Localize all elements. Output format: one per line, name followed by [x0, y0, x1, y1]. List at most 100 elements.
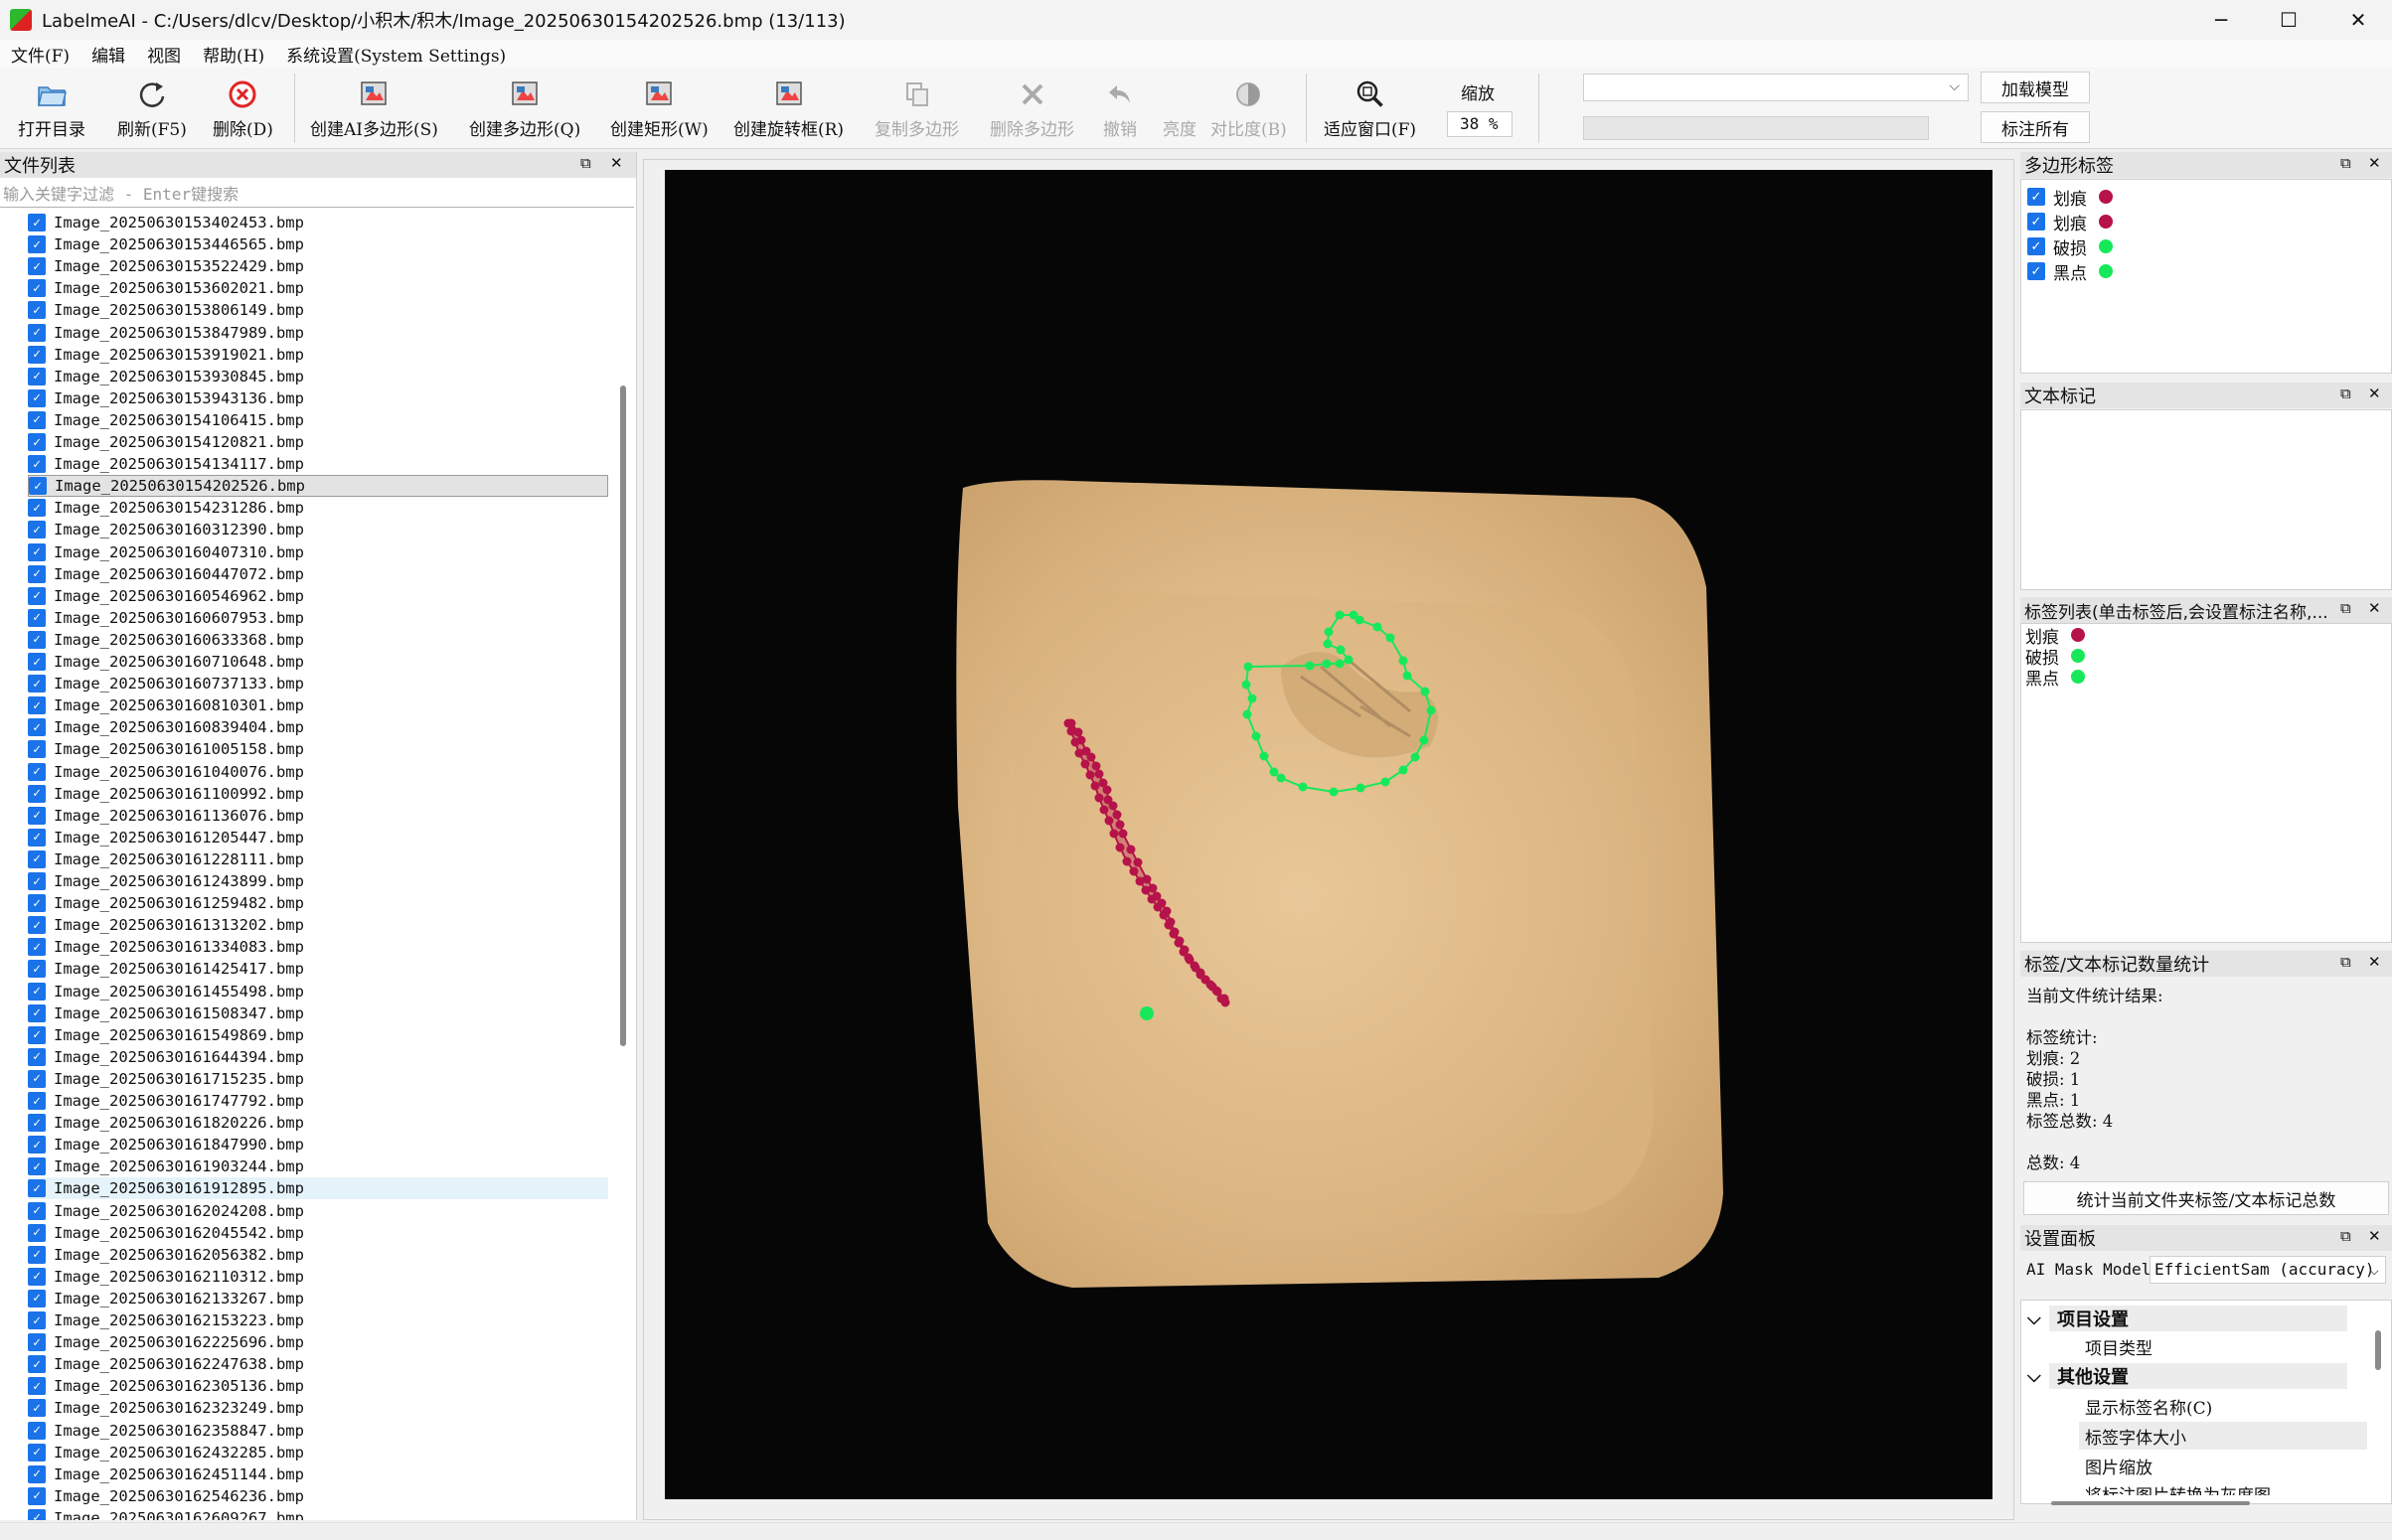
float-icon[interactable]: ⧉	[2340, 385, 2351, 402]
file-list-item[interactable]: ✓ Image_20250630161100992.bmp	[28, 783, 608, 805]
menu-edit[interactable]: 编辑	[80, 42, 136, 67]
vertex-handle[interactable]	[1063, 718, 1073, 728]
vertex-handle[interactable]	[1091, 761, 1101, 771]
vertex-handle[interactable]	[1322, 659, 1332, 669]
vertex-handle[interactable]	[1385, 633, 1395, 643]
create-rect-button[interactable]: 创建矩形(W)	[610, 72, 709, 145]
checkbox[interactable]: ✓	[28, 1267, 46, 1286]
checkbox[interactable]: ✓	[28, 388, 46, 407]
vertex-handle[interactable]	[1141, 885, 1151, 895]
file-list-item[interactable]: ✓ Image_20250630153402453.bmp	[28, 212, 608, 233]
vertex-handle[interactable]	[1086, 752, 1096, 762]
checkbox[interactable]: ✓	[28, 586, 46, 605]
file-list-item[interactable]: ✓ Image_20250630160312390.bmp	[28, 519, 608, 540]
tree-item-image-scale[interactable]: 图片缩放	[2085, 1452, 2153, 1479]
vertex-handle[interactable]	[1355, 615, 1364, 625]
vertex-handle[interactable]	[1099, 805, 1109, 815]
checkbox[interactable]: ✓	[28, 718, 46, 737]
file-filter-input[interactable]: 输入关键字过滤 - Enter键搜索	[0, 182, 634, 208]
file-list-item[interactable]: ✓ Image_20250630162432285.bmp	[28, 1442, 608, 1463]
vertex-handle[interactable]	[1335, 659, 1345, 669]
checkbox[interactable]: ✓	[28, 1047, 46, 1066]
polygon-label-item[interactable]: ✓ 划痕	[2027, 186, 2113, 210]
maximize-button[interactable]: ☐	[2254, 0, 2323, 40]
vertex-handle[interactable]	[1324, 627, 1334, 637]
checkbox[interactable]: ✓	[28, 1069, 46, 1088]
settings-scrollbar-thumb[interactable]	[2375, 1330, 2381, 1370]
file-list-item[interactable]: ✓ Image_20250630154231286.bmp	[28, 497, 608, 519]
vertex-handle[interactable]	[1174, 938, 1184, 948]
file-list-item[interactable]: ✓ Image_20250630161228111.bmp	[28, 848, 608, 870]
checkbox[interactable]: ✓	[28, 675, 46, 693]
vertex-handle[interactable]	[1398, 656, 1408, 666]
vertex-handle[interactable]	[1094, 793, 1104, 803]
checkbox[interactable]: ✓	[28, 1508, 46, 1520]
checkbox[interactable]: ✓	[28, 564, 46, 583]
polygon-label-item[interactable]: ✓ 划痕	[2027, 211, 2113, 234]
create-rotated-box-button[interactable]: 创建旋转框(R)	[733, 72, 844, 145]
checkbox[interactable]: ✓	[28, 323, 46, 342]
count-folder-labels-button[interactable]: 统计当前文件夹标签/文本标记总数	[2023, 1181, 2389, 1215]
file-list-item[interactable]: ✓ Image_20250630162110312.bmp	[28, 1266, 608, 1288]
close-icon[interactable]: ✕	[2368, 1227, 2381, 1245]
file-list-item[interactable]: ✓ Image_20250630162153223.bmp	[28, 1309, 608, 1331]
checkbox[interactable]: ✓	[28, 301, 46, 320]
checkbox[interactable]: ✓	[28, 1311, 46, 1329]
checkbox[interactable]: ✓	[2027, 213, 2045, 231]
vertex-handle[interactable]	[1109, 829, 1119, 839]
checkbox[interactable]: ✓	[28, 1003, 46, 1022]
file-list-item[interactable]: ✓ Image_20250630154202526.bmp	[28, 475, 608, 498]
file-list-item[interactable]: ✓ Image_20250630162247638.bmp	[28, 1353, 608, 1375]
file-list-item[interactable]: ✓ Image_20250630161644394.bmp	[28, 1046, 608, 1068]
file-list-item[interactable]: ✓ Image_20250630162225696.bmp	[28, 1331, 608, 1353]
checkbox[interactable]: ✓	[28, 1443, 46, 1462]
checkbox[interactable]: ✓	[28, 960, 46, 979]
vertex-handle[interactable]	[1129, 866, 1139, 876]
delete-button[interactable]: 删除(D)	[213, 72, 273, 145]
checkbox[interactable]: ✓	[28, 1223, 46, 1242]
checkbox[interactable]: ✓	[28, 608, 46, 627]
vertex-handle[interactable]	[1259, 751, 1269, 761]
vertex-handle[interactable]	[1185, 955, 1195, 965]
tree-section-project[interactable]: ⌵ 项目设置	[2027, 1305, 2347, 1332]
checkbox[interactable]: ✓	[28, 1421, 46, 1440]
file-list-item[interactable]: ✓ Image_20250630162323249.bmp	[28, 1397, 608, 1419]
file-list-item[interactable]: ✓ Image_20250630162451144.bmp	[28, 1463, 608, 1485]
vertex-handle[interactable]	[1247, 693, 1257, 703]
vertex-handle[interactable]	[1090, 781, 1100, 791]
checkbox[interactable]: ✓	[28, 1114, 46, 1133]
vertex-handle[interactable]	[1207, 982, 1217, 992]
file-list-item[interactable]: ✓ Image_20250630160546962.bmp	[28, 585, 608, 607]
vertex-handle[interactable]	[1179, 947, 1189, 957]
checkbox[interactable]: ✓	[28, 499, 46, 518]
close-icon[interactable]: ✕	[2368, 154, 2381, 172]
checkbox[interactable]: ✓	[28, 806, 46, 825]
checkbox[interactable]: ✓	[28, 345, 46, 364]
scrollbar-thumb[interactable]	[620, 385, 626, 1046]
vertex-handle[interactable]	[1410, 752, 1420, 762]
file-list-item[interactable]: ✓ Image_20250630160710648.bmp	[28, 651, 608, 673]
checkbox[interactable]: ✓	[28, 1201, 46, 1220]
checkbox[interactable]: ✓	[28, 849, 46, 868]
vertex-handle[interactable]	[1080, 759, 1090, 769]
checkbox[interactable]: ✓	[28, 696, 46, 715]
vertex-handle[interactable]	[1169, 929, 1179, 939]
vertex-handle[interactable]	[1355, 783, 1365, 793]
file-list-item[interactable]: ✓ Image_20250630153930845.bmp	[28, 366, 608, 387]
vertex-handle[interactable]	[1115, 843, 1125, 852]
checkbox[interactable]: ✓	[28, 1377, 46, 1396]
file-list-item[interactable]: ✓ Image_20250630153446565.bmp	[28, 233, 608, 255]
float-icon[interactable]: ⧉	[2340, 154, 2351, 172]
mask-model-select[interactable]: EfficientSam (accuracy) ⌵	[2150, 1256, 2386, 1284]
vertex-handle[interactable]	[1380, 777, 1390, 787]
close-icon[interactable]: ✕	[610, 154, 623, 172]
float-icon[interactable]: ⧉	[2340, 953, 2351, 971]
checkbox[interactable]: ✓	[28, 828, 46, 847]
checkbox[interactable]: ✓	[28, 521, 46, 539]
checkbox[interactable]: ✓	[28, 1179, 46, 1198]
file-list-item[interactable]: ✓ Image_20250630153522429.bmp	[28, 255, 608, 277]
create-polygon-button[interactable]: 创建多边形(Q)	[469, 72, 580, 145]
vertex-handle[interactable]	[1066, 726, 1076, 736]
checkbox[interactable]: ✓	[28, 1245, 46, 1264]
checkbox[interactable]: ✓	[28, 433, 46, 451]
